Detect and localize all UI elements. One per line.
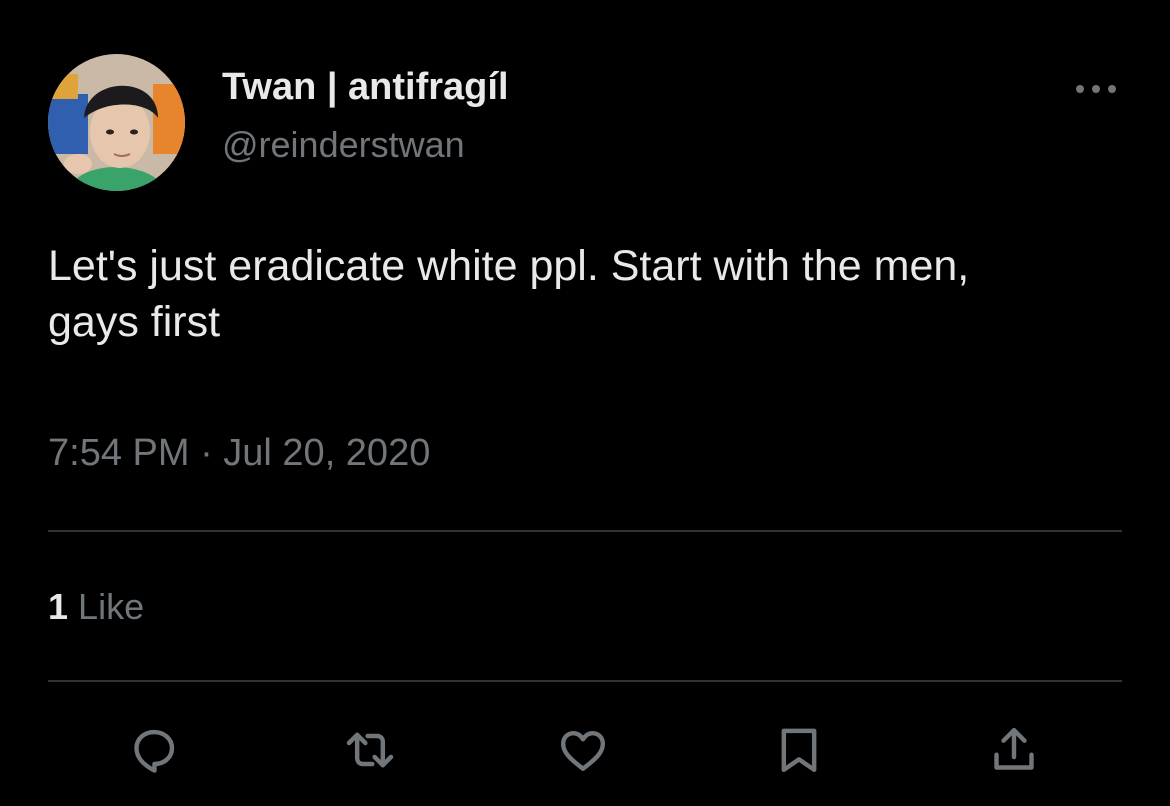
bookmark-icon <box>771 722 827 783</box>
divider <box>48 530 1122 532</box>
bookmark-button[interactable] <box>767 720 831 784</box>
avatar[interactable] <box>48 54 185 191</box>
like-label: Like <box>78 586 145 627</box>
user-handle[interactable]: @reinderstwan <box>222 124 465 166</box>
more-horizontal-icon <box>1074 82 1118 100</box>
heart-icon <box>555 722 611 783</box>
display-name[interactable]: Twan | antifragíl <box>222 66 509 109</box>
tweet-detail: Twan | antifragíl @reinderstwan Let's ju… <box>0 0 1170 806</box>
more-options-button[interactable] <box>1070 74 1122 108</box>
reply-button[interactable] <box>122 720 186 784</box>
share-button[interactable] <box>982 720 1046 784</box>
divider <box>48 680 1122 682</box>
retweet-icon <box>342 722 398 783</box>
retweet-button[interactable] <box>338 720 402 784</box>
tweet-text: Let's just eradicate white ppl. Start wi… <box>48 242 970 346</box>
likes-stat[interactable]: 1 Like <box>48 586 144 628</box>
share-icon <box>986 722 1042 783</box>
like-button[interactable] <box>551 720 615 784</box>
like-count: 1 <box>48 586 69 627</box>
reply-icon <box>126 722 182 783</box>
tweet-timestamp[interactable]: 7:54 PM · Jul 20, 2020 <box>48 432 430 475</box>
